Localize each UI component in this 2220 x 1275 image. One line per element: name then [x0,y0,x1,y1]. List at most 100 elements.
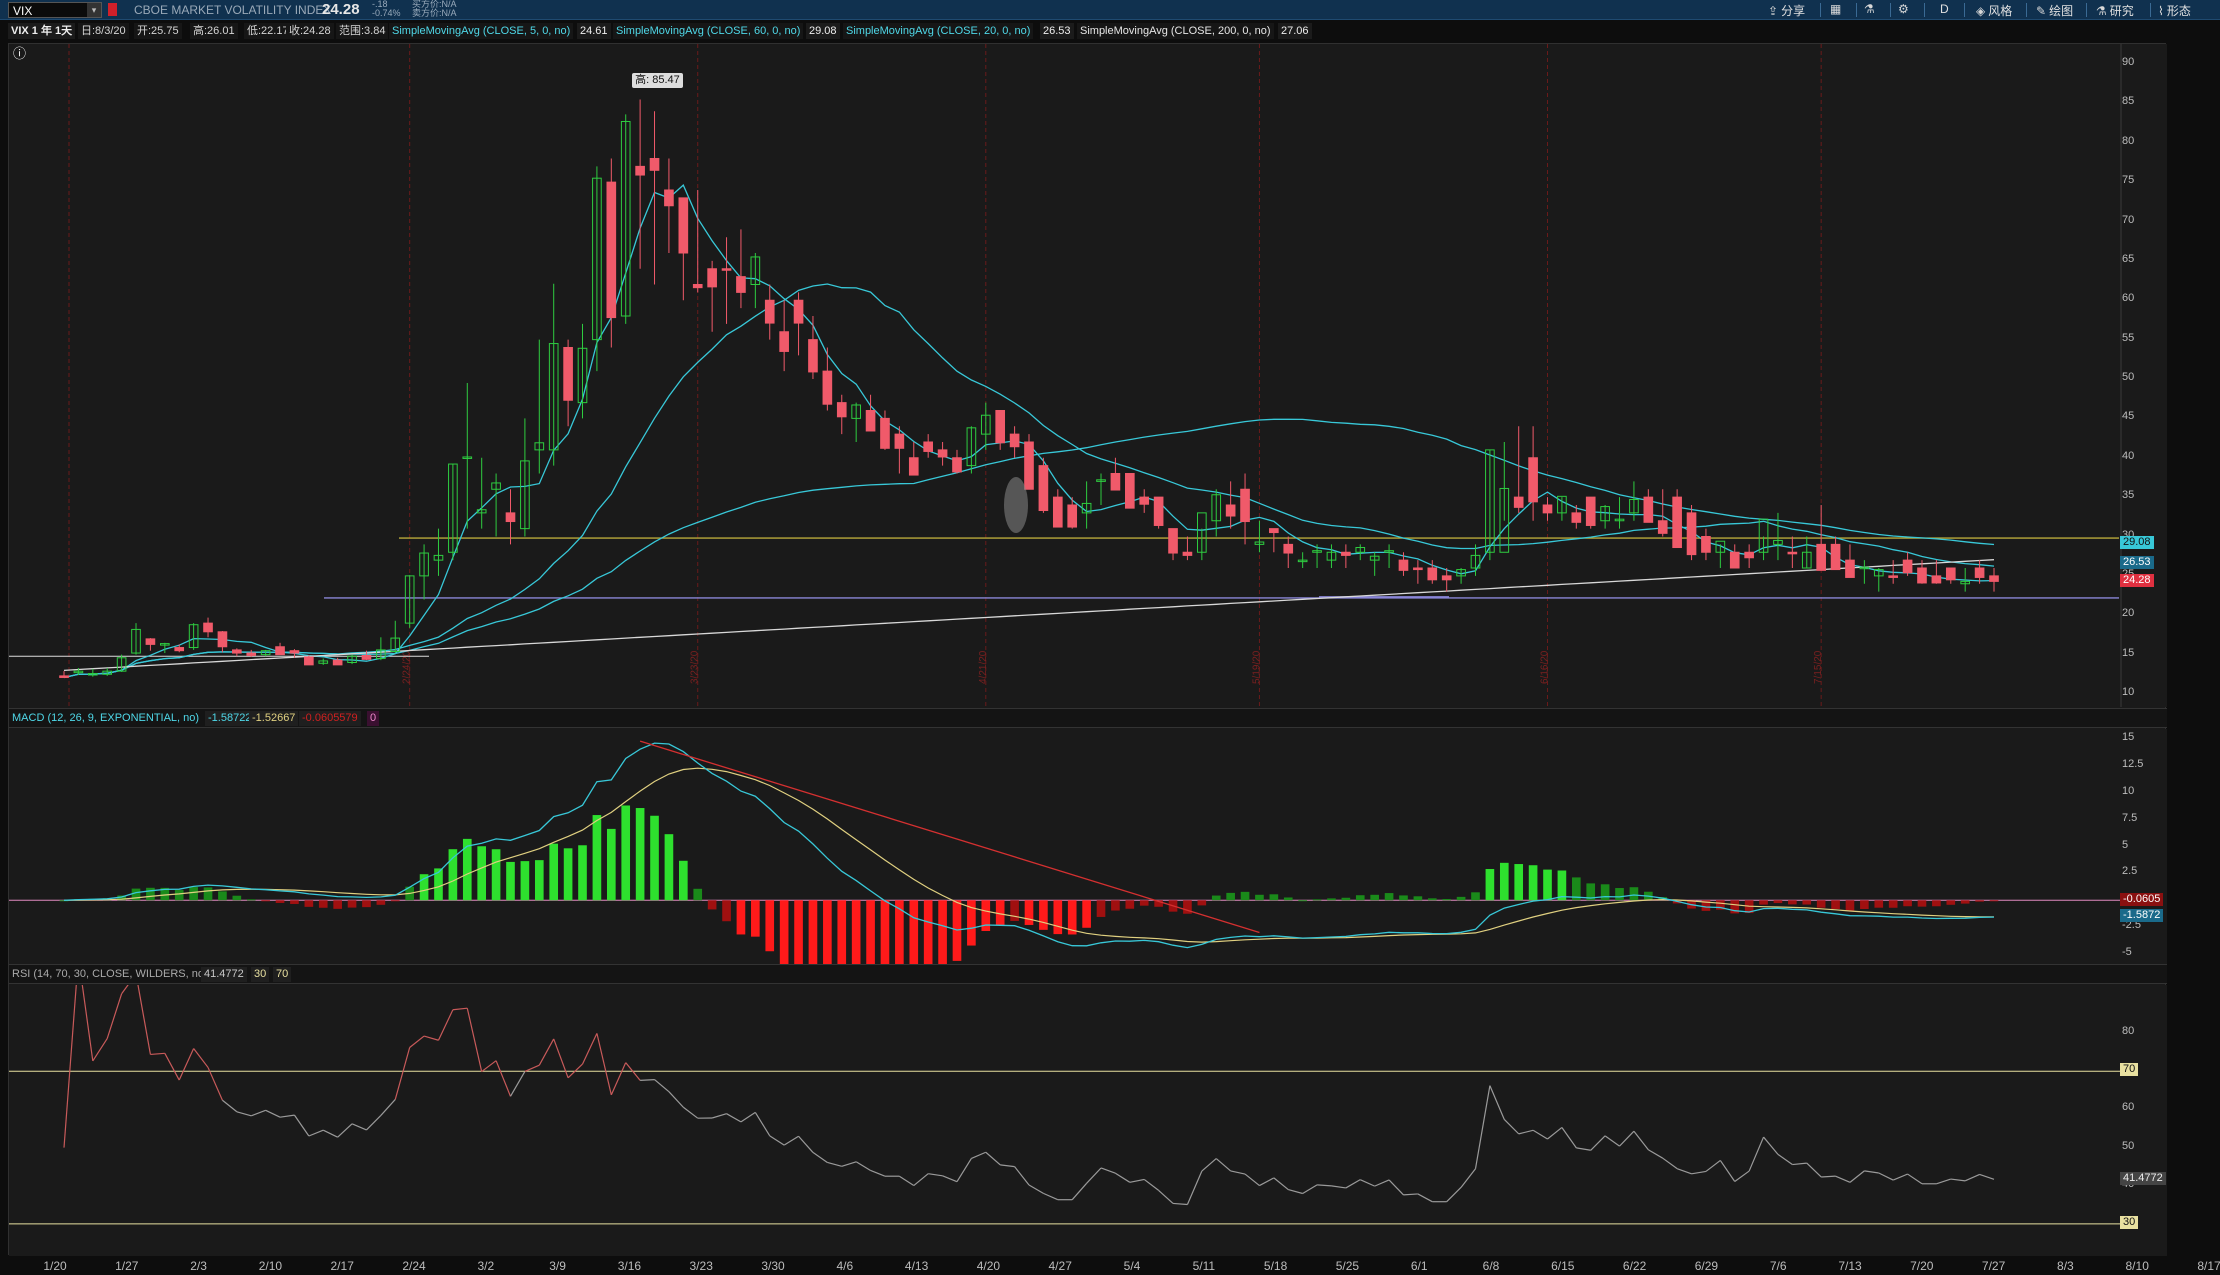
macd-histogram-bar [1139,900,1149,906]
macd-histogram-bar [866,900,875,964]
date-axis-label: 4/20 [976,1259,1001,1273]
highlight-ellipse [1004,477,1028,533]
share-icon: ⇪ [1768,4,1779,18]
sma5-value: 24.61 [577,23,611,39]
info-icon[interactable]: ⓘ [10,47,29,60]
rsi-label[interactable]: RSI (14, 70, 30, CLOSE, WILDERS, no) [9,967,211,982]
share-button[interactable]: ⇪ 分享 [1768,2,1805,19]
macd-pane[interactable] [9,729,2167,964]
candle-body [1888,575,1898,578]
chevron-down-icon[interactable]: ▾ [87,3,101,17]
date-axis-label: 5/25 [1335,1259,1360,1273]
date-axis-label: 6/22 [1622,1259,1647,1273]
rsi-bg [9,985,2167,1256]
candle-body [289,650,300,654]
candle-body [822,370,833,405]
rsi-pane[interactable] [9,985,2167,1256]
macd-histogram-bar [1788,900,1797,905]
date-axis-label: 6/1 [1410,1259,1428,1273]
macd-histogram-bar [621,805,631,901]
macd-label[interactable]: MACD (12, 26, 9, EXPONENTIAL, no) [9,711,202,726]
date-axis-label: 2/10 [258,1259,283,1273]
draw-menu[interactable]: ✎ 绘图 [2036,2,2073,19]
date-axis-label: 4/27 [1048,1259,1072,1273]
study-menu[interactable]: ⚗ 研究 [2096,2,2134,19]
rsi-axis-tick: 50 [2122,1139,2135,1152]
timeframe-button[interactable]: D [1940,2,1949,16]
price-bg [9,44,2167,707]
candle-body [145,638,156,645]
symbol-input[interactable]: VIX ▾ [8,2,102,18]
candle-body [1067,504,1078,528]
macd-axis-tick: 2.5 [2122,865,2138,878]
month-label: 5/19/20 [1251,650,1262,684]
sma20-value: 26.53 [1040,23,1074,39]
layout-button[interactable]: ▦ [1830,2,1844,16]
macd-axis-tick: 10 [2122,784,2135,797]
price-change: -.18 -0.74% [372,0,401,18]
price-axis-tick: 35 [2122,489,2135,502]
style-menu[interactable]: ◈ 风格 [1976,2,2012,19]
price-axis-tick: 20 [2122,607,2135,620]
date-axis-label: 2/3 [190,1259,207,1273]
macd-histogram-bar [650,815,659,901]
date-axis-label: 4/13 [904,1259,929,1273]
macd-histogram-bar [1427,898,1437,901]
settings-button[interactable]: ⚙ [1898,2,1912,16]
candle-body [707,268,717,288]
candle-body [1917,567,1927,584]
chart-area[interactable]: 2/24/20 3/23/20 4/21/20 5/19/20 6/16/20 7/15/… [8,43,2167,1256]
sma200-label[interactable]: SimpleMovingAvg (CLOSE, 200, 0, no) [1077,23,1274,39]
sma5-label[interactable]: SimpleMovingAvg (CLOSE, 5, 0, no) [389,23,574,39]
price-axis-tick: 40 [2122,449,2135,462]
macd-histogram-bar [1211,895,1221,901]
macd-histogram-bar [693,888,703,901]
macd-histogram-bar [823,900,832,964]
divider [2150,3,2151,17]
sma60-label[interactable]: SimpleMovingAvg (CLOSE, 60, 0, no) [613,23,804,39]
macd-histogram-bar [1989,900,1999,902]
candle-body [1830,543,1841,571]
price-pane[interactable]: 2/24/20 3/23/20 4/21/20 5/19/20 6/16/20 7/15/… [9,44,2167,707]
candle-body [1110,473,1121,491]
candle-body [1686,512,1697,556]
candle-body [635,165,645,176]
macd-histogram-bar [1312,899,1322,901]
candle-body [1816,543,1826,571]
candle-body [1902,559,1913,574]
high-label: 高:26.01 [190,23,238,39]
macd-histogram-bar [333,900,342,909]
date-axis-label: 6/15 [1551,1259,1575,1273]
candle-body [721,268,732,271]
flask-button[interactable]: ⚗ [1864,2,1878,16]
macd-chart[interactable] [9,729,2167,964]
macd-histogram-bar [606,828,616,901]
macd-histogram-bar [895,900,904,964]
price-chart[interactable]: 2/24/20 3/23/20 4/21/20 5/19/20 6/16/20 7/15/… [9,44,2167,707]
interval-label[interactable]: VIX 1 年 1天 [8,23,76,39]
macd-histogram-bar [751,900,760,937]
macd-histogram-bar [218,891,227,901]
macd-histogram-bar [1283,897,1293,901]
date-axis-label: 3/9 [549,1259,566,1273]
macd-histogram-bar [1932,900,1941,907]
candle-body [779,331,789,352]
macd-histogram-bar [1298,900,1307,902]
candle-body [793,299,804,324]
candle-body [1513,496,1524,508]
candle-body [332,659,343,666]
rsi-chart[interactable] [9,985,2167,1256]
sma20-label[interactable]: SimpleMovingAvg (CLOSE, 20, 0, no) [843,23,1034,39]
macd-axis-tick: 7.5 [2122,811,2138,824]
candle-body [880,417,890,449]
price-axis-tick: 15 [2122,646,2135,659]
candle-body [275,646,285,656]
rsi-high-level: 70 [273,967,292,982]
date-axis-label: 3/30 [761,1259,785,1273]
macd-histogram-bar [1528,865,1538,901]
candle-body [923,441,934,452]
macd-histogram-bar [203,887,213,901]
macd-bg [9,729,2167,964]
pattern-menu[interactable]: ⌇ 形态 [2158,2,2191,19]
symbol-flag-icon[interactable] [108,3,117,16]
